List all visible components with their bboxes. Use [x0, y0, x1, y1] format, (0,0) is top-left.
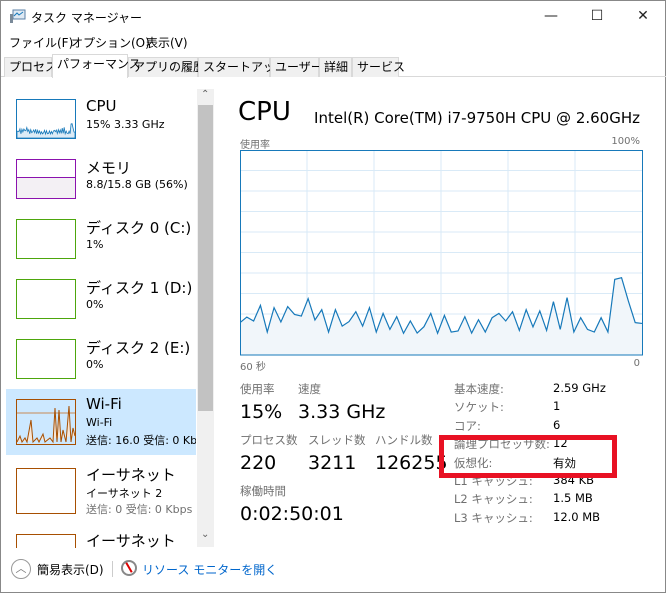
sidebar: CPU 15% 3.33 GHz メモリ 8.8/15.8 GB (56%) デ… — [1, 78, 214, 548]
chart-label: 使用率 — [240, 140, 270, 151]
uptime-value: 0:02:50:01 — [240, 503, 344, 525]
highlight-box — [439, 435, 617, 478]
threads-label: スレッド数 — [308, 433, 366, 447]
chart-max: 100% — [611, 136, 640, 147]
detail-label: L3 キャッシュ: — [454, 510, 533, 525]
detail-value: 1 — [553, 399, 561, 414]
detail-value: 2.59 GHz — [553, 381, 606, 395]
fewer-details-button[interactable]: 簡易表示(D) — [37, 561, 104, 578]
usage-label: 使用率 — [240, 382, 275, 396]
cpu-thumbnail-line — [16, 123, 76, 139]
close-button[interactable]: ✕ — [620, 1, 666, 31]
speed-value: 3.33 GHz — [298, 401, 386, 423]
sidebar-item-cpu[interactable]: CPU 15% 3.33 GHz — [6, 93, 196, 155]
wifi-thumbnail — [16, 399, 76, 445]
menu-options[interactable]: オプション(O) — [71, 34, 150, 51]
window-title: タスク マネージャー — [31, 11, 142, 25]
time-left: 60 秒 — [240, 362, 266, 373]
detail-value: 6 — [553, 417, 561, 432]
processor-name: Intel(R) Core(TM) i7-9750H CPU @ 2.60GHz — [314, 109, 640, 127]
tab-processes[interactable]: プロセス — [4, 57, 57, 77]
sidebar-item-sub: 0% — [86, 358, 104, 371]
tab-services[interactable]: サービス — [352, 57, 405, 77]
sidebar-item-sub2: 送信: 0 受信: 0 Kbps — [86, 503, 193, 516]
sidebar-item-disk-1[interactable]: ディスク 1 (D:) 0% — [6, 273, 196, 335]
sidebar-item-label: ディスク 0 (C:) — [86, 219, 192, 237]
scrollbar-thumb[interactable] — [198, 105, 213, 411]
sidebar-item-memory[interactable]: メモリ 8.8/15.8 GB (56%) — [6, 153, 196, 215]
divider — [112, 561, 113, 577]
tab-users[interactable]: ユーザー — [270, 57, 323, 77]
ethernet-thumbnail — [16, 534, 76, 548]
tab-startup[interactable]: スタートアップ — [198, 57, 287, 77]
sidebar-item-sub: Wi-Fi — [86, 416, 113, 429]
sidebar-item-wifi[interactable]: Wi-Fi Wi-Fi 送信: 16.0 受信: 0 Kb — [6, 389, 196, 455]
detail-label: 基本速度: — [454, 382, 504, 396]
detail-value: 12.0 MB — [553, 509, 601, 524]
sidebar-item-sub: 1% — [86, 238, 104, 251]
ethernet-thumbnail — [16, 468, 76, 514]
usage-value: 15% — [240, 401, 283, 423]
handles-value: 126255 — [375, 452, 448, 474]
handles-label: ハンドル数 — [375, 433, 433, 447]
detail-label: L2 キャッシュ: — [454, 492, 533, 507]
sidebar-item-disk-2[interactable]: ディスク 2 (E:) 0% — [6, 333, 196, 395]
cpu-usage-chart — [240, 150, 643, 356]
speed-label: 速度 — [298, 382, 321, 396]
menu-file[interactable]: ファイル(F) — [9, 34, 73, 51]
sidebar-item-ethernet[interactable]: イーサネット イーサネット 2 送信: 0 受信: 0 Kbps — [6, 458, 196, 524]
minimize-button[interactable]: — — [528, 1, 574, 31]
sidebar-item-label: イーサネット — [86, 532, 176, 548]
detail-value: 1.5 MB — [553, 491, 593, 506]
maximize-button[interactable]: ☐ — [574, 1, 620, 31]
task-manager-icon — [10, 9, 26, 23]
scroll-down-icon[interactable]: ⌄ — [201, 529, 209, 540]
disk-thumbnail — [16, 219, 76, 259]
sidebar-item-disk-0[interactable]: ディスク 0 (C:) 1% — [6, 213, 196, 275]
title-bar: タスク マネージャー — ☐ ✕ — [1, 1, 666, 31]
sidebar-item-label: メモリ — [86, 159, 132, 177]
sidebar-item-label: ディスク 1 (D:) — [86, 279, 193, 297]
time-right: 0 — [633, 358, 640, 369]
resource-monitor-link[interactable]: リソース モニターを開く — [142, 561, 277, 578]
sidebar-item-label: Wi-Fi — [86, 395, 122, 413]
tab-performance[interactable]: パフォーマンス — [52, 54, 141, 78]
scroll-up-icon[interactable]: ⌃ — [201, 89, 209, 100]
sidebar-item-sub: 15% 3.33 GHz — [86, 118, 165, 131]
bottom-bar: ︿ 簡易表示(D) リソース モニターを開く — [1, 554, 666, 584]
sidebar-item-label: ディスク 2 (E:) — [86, 339, 191, 357]
sidebar-item-sub: 8.8/15.8 GB (56%) — [86, 178, 188, 191]
cpu-thumbnail — [16, 99, 76, 139]
tab-details[interactable]: 詳細 — [319, 57, 352, 77]
threads-value: 3211 — [308, 452, 357, 474]
menu-view[interactable]: 表示(V) — [146, 34, 188, 51]
detail-label: コア: — [454, 418, 481, 433]
sidebar-item-ethernet-2[interactable]: イーサネット — [6, 524, 196, 548]
sidebar-item-sub: イーサネット 2 — [86, 487, 163, 500]
memory-thumbnail — [16, 159, 76, 199]
sidebar-item-sub: 0% — [86, 298, 104, 311]
sidebar-item-label: CPU — [86, 97, 117, 115]
tab-bar: プロセス パフォーマンス アプリの履歴 スタートアップ ユーザー 詳細 サービス — [1, 54, 666, 78]
disk-thumbnail — [16, 339, 76, 379]
detail-label: ソケット: — [454, 400, 504, 415]
disk-thumbnail — [16, 279, 76, 319]
chevron-up-icon[interactable]: ︿ — [11, 559, 31, 579]
sidebar-item-sub2: 送信: 16.0 受信: 0 Kb — [86, 434, 196, 447]
resource-monitor-icon — [121, 560, 137, 576]
uptime-label: 稼働時間 — [240, 484, 286, 498]
sidebar-item-label: イーサネット — [86, 466, 176, 484]
processes-value: 220 — [240, 452, 277, 474]
page-title: CPU — [238, 97, 291, 127]
processes-label: プロセス数 — [240, 433, 298, 447]
